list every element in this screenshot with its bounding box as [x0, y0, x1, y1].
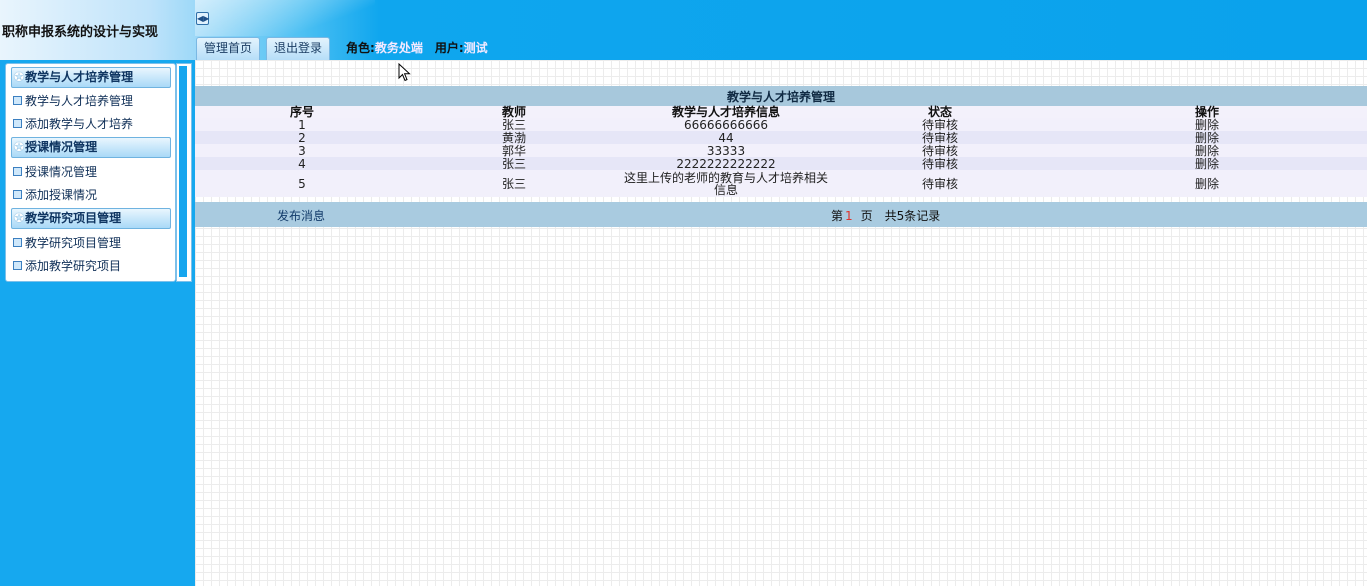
toggle-arrows-icon[interactable]: ◀▶	[196, 12, 209, 25]
pager-prefix: 第	[831, 209, 844, 223]
delete-link[interactable]: 删除	[1195, 144, 1219, 158]
column-header-info: 教学与人才培养信息	[619, 106, 833, 118]
column-header-status: 状态	[833, 106, 1047, 118]
square-bullet-icon	[13, 261, 22, 270]
cell-status: 待审核	[833, 118, 1047, 131]
pager-page-word: 页	[860, 209, 873, 223]
cell-status: 待审核	[833, 131, 1047, 144]
sidebar-item-label: 教学与人才培养管理	[25, 94, 134, 108]
sidebar-section-teaching-talent[interactable]: ✪教学与人才培养管理	[11, 67, 171, 88]
publish-message-link[interactable]: 发布消息	[277, 207, 325, 224]
page-number-link[interactable]: 1	[845, 209, 853, 223]
section-title: 教学研究项目管理	[25, 211, 122, 225]
role-label: 角色:	[346, 41, 375, 55]
column-header-no: 序号	[195, 106, 409, 118]
cell-teacher: 张三	[409, 157, 619, 170]
section-title: 授课情况管理	[25, 140, 98, 154]
cell-info-line: 信息	[713, 182, 738, 197]
star-icon: ✪	[14, 211, 25, 225]
cell-status: 待审核	[833, 170, 1047, 197]
table-footer-bar: 发布消息 第 1 页共5条记录	[195, 202, 1367, 227]
records-table: 教学与人才培养管理 序号 教师 教学与人才培养信息 状态 操作 1 张三 666…	[195, 86, 1367, 197]
tab-admin-home[interactable]: 管理首页	[196, 37, 261, 60]
cell-info: 44	[619, 131, 833, 144]
app-title: 职称申报系统的设计与实现	[2, 25, 159, 40]
role-user-info: 角色:教务处端 用户:测试	[346, 39, 488, 56]
cell-no: 1	[195, 118, 409, 131]
cell-info: 33333	[619, 144, 833, 157]
table-row: 1 张三 66666666666 待审核 删除	[195, 118, 1367, 131]
cell-teacher: 张三	[409, 170, 619, 197]
square-bullet-icon	[13, 96, 22, 105]
cell-teacher: 郭华	[409, 144, 619, 157]
cell-status: 待审核	[833, 144, 1047, 157]
sidebar-item-research-add[interactable]: 添加教学研究项目	[13, 257, 121, 275]
cell-no: 4	[195, 157, 409, 170]
table-row: 3 郭华 33333 待审核 删除	[195, 144, 1367, 157]
square-bullet-icon	[13, 167, 22, 176]
table-row: 5 张三 这里上传的老师的教育与人才培养相关 信息 待审核 删除	[195, 170, 1367, 197]
star-icon: ✪	[14, 140, 25, 154]
delete-link[interactable]: 删除	[1195, 131, 1219, 145]
cell-no: 3	[195, 144, 409, 157]
user-value: 测试	[463, 41, 488, 55]
sidebar-item-research-manage[interactable]: 教学研究项目管理	[13, 234, 121, 252]
table-row: 4 张三 2222222222222 待审核 删除	[195, 157, 1367, 170]
sidebar-item-lecture-manage[interactable]: 授课情况管理	[13, 163, 97, 181]
cell-no: 5	[195, 170, 409, 197]
sidebar-item-label: 授课情况管理	[25, 165, 98, 179]
square-bullet-icon	[13, 190, 22, 199]
sidebar-section-lecture[interactable]: ✪授课情况管理	[11, 137, 171, 158]
column-header-action: 操作	[1047, 106, 1367, 118]
sidebar-menu-panel: ✪教学与人才培养管理 教学与人才培养管理 添加教学与人才培养 ✪授课情况管理 授…	[5, 63, 176, 282]
square-bullet-icon	[13, 119, 22, 128]
column-header-teacher: 教师	[409, 106, 619, 118]
delete-link[interactable]: 删除	[1195, 177, 1219, 191]
sidebar-item-label: 添加教学研究项目	[25, 259, 122, 273]
sidebar-item-label: 添加授课情况	[25, 188, 98, 202]
delete-link[interactable]: 删除	[1195, 157, 1219, 171]
sidebar-scrollbar[interactable]	[176, 63, 192, 282]
table-header-row: 序号 教师 教学与人才培养信息 状态 操作	[195, 106, 1367, 118]
pager: 第 1 页共5条记录	[831, 207, 940, 224]
sidebar-section-research[interactable]: ✪教学研究项目管理	[11, 208, 171, 229]
sidebar-item-teaching-talent-add[interactable]: 添加教学与人才培养	[13, 115, 133, 133]
square-bullet-icon	[13, 238, 22, 247]
section-title: 教学与人才培养管理	[25, 70, 134, 84]
cell-status: 待审核	[833, 157, 1047, 170]
sidebar-item-label: 添加教学与人才培养	[25, 117, 134, 131]
cell-info: 66666666666	[619, 118, 833, 131]
cell-teacher: 张三	[409, 118, 619, 131]
header-decoration	[195, 0, 375, 36]
header-bar: 职称申报系统的设计与实现 ◀▶ 管理首页 退出登录 角色:教务处端 用户:测试	[0, 0, 1367, 60]
pager-total: 共5条记录	[884, 209, 941, 223]
sidebar-item-teaching-talent-manage[interactable]: 教学与人才培养管理	[13, 92, 133, 110]
role-value: 教务处端	[374, 41, 423, 55]
star-icon: ✪	[14, 70, 25, 84]
user-label: 用户:	[434, 41, 464, 55]
table-caption: 教学与人才培养管理	[195, 86, 1367, 106]
cell-no: 2	[195, 131, 409, 144]
cell-teacher: 黄渤	[409, 131, 619, 144]
tab-logout[interactable]: 退出登录	[266, 37, 331, 60]
delete-link[interactable]: 删除	[1195, 118, 1219, 132]
scrollbar-thumb[interactable]	[179, 66, 187, 277]
table-row: 2 黄渤 44 待审核 删除	[195, 131, 1367, 144]
sidebar-item-label: 教学研究项目管理	[25, 236, 122, 250]
mouse-cursor-icon	[398, 63, 411, 82]
cell-info: 这里上传的老师的教育与人才培养相关 信息	[619, 170, 833, 197]
cell-info: 2222222222222	[619, 157, 833, 170]
sidebar-item-lecture-add[interactable]: 添加授课情况	[13, 186, 97, 204]
